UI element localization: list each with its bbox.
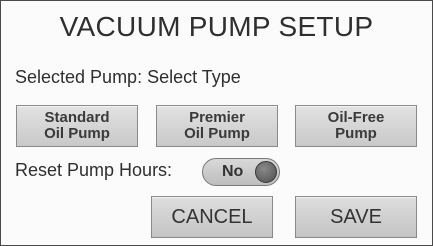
button-label-line1: Premier (189, 109, 245, 126)
save-button[interactable]: SAVE (295, 196, 417, 238)
page-title: VACUUM PUMP SETUP (59, 11, 374, 42)
button-label-line1: Standard (44, 109, 110, 126)
button-label-line2: Oil Pump (44, 125, 110, 142)
reset-pump-hours-label: Reset Pump Hours: (15, 160, 173, 180)
vacuum-pump-setup-panel: VACUUM PUMP SETUP Selected Pump: Select … (0, 0, 433, 246)
selected-pump-text: Selected Pump: Select Type (15, 67, 241, 87)
button-label-line1: Oil-Free (327, 109, 385, 126)
oil-free-pump-button[interactable]: Oil-Free Pump (295, 105, 417, 147)
reset-pump-hours-toggle[interactable]: No (202, 158, 280, 186)
toggle-value: No (222, 163, 244, 180)
cancel-button[interactable]: CANCEL (151, 196, 273, 238)
premier-oil-pump-button[interactable]: Premier Oil Pump (156, 105, 278, 147)
standard-oil-pump-button[interactable]: Standard Oil Pump (16, 105, 138, 147)
button-label-line2: Pump (335, 125, 377, 142)
button-label-line2: Oil Pump (184, 125, 250, 142)
toggle-knob-icon (255, 161, 277, 183)
